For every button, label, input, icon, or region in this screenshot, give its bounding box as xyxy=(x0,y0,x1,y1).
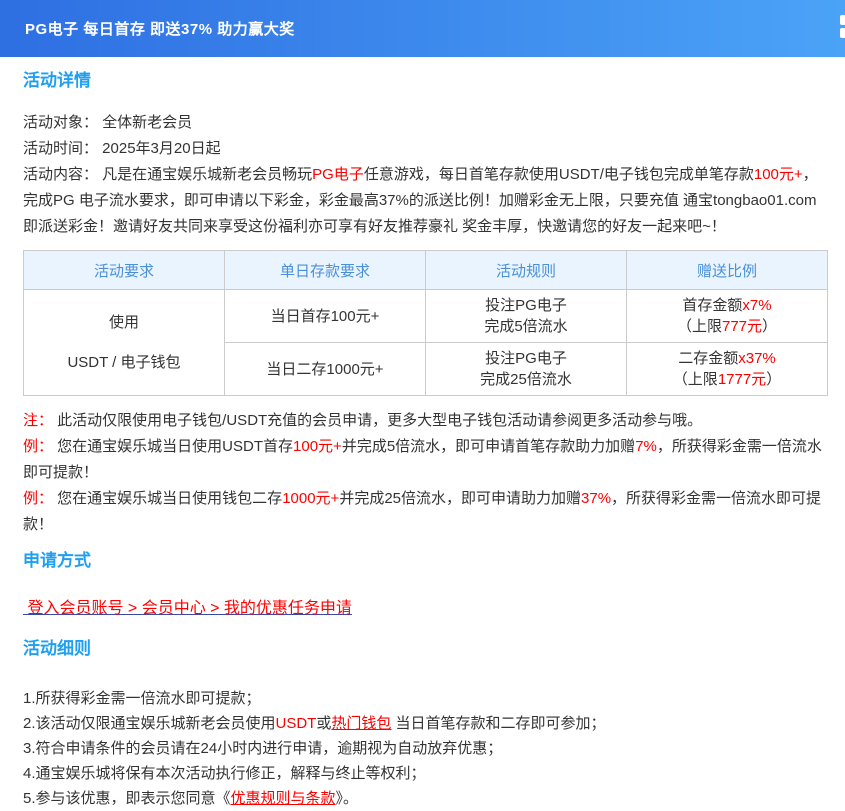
page-content: 活动详情 活动对象： 全体新老会员 活动时间： 2025年3月20日起 活动内容… xyxy=(0,70,845,811)
example-line: 例： 您在通宝娱乐城当日使用USDT首存100元+并完成5倍流水，即可申请首笔存… xyxy=(23,434,828,486)
rule-item: 5.参与该优惠，即表示您同意《优惠规则与条款》。 xyxy=(23,786,828,811)
text-segment: 100元+ xyxy=(293,438,342,455)
text-segment: 777元 xyxy=(722,318,762,335)
text-segment: 例： xyxy=(23,438,53,455)
payment-line: 使用 xyxy=(26,303,222,343)
section-title-rules: 活动细则 xyxy=(23,638,828,660)
text-segment: x7% xyxy=(742,297,771,314)
inline-link[interactable]: 优惠规则与条款 xyxy=(231,790,336,807)
bonus-line: 首存金额x7% xyxy=(629,295,825,316)
cell-deposit: 当日二存1000元+ xyxy=(225,343,426,396)
cell-deposit: 当日首存100元+ xyxy=(225,290,426,343)
text-segment: 100元+ xyxy=(754,166,803,183)
rule-line: 投注PG电子 xyxy=(428,348,624,369)
bonus-line: （上限1777元） xyxy=(629,369,825,390)
rule-item: 2.该活动仅限通宝娱乐城新老会员使用USDT或热门钱包 当日首笔存款和二存即可参… xyxy=(23,711,828,736)
col-header-rule: 活动规则 xyxy=(426,251,627,290)
text-segment: 二存金额 xyxy=(678,350,738,367)
notes-block: 注： 此活动仅限使用电子钱包/USDT充值的会员申请，更多大型电子钱包活动请参阅… xyxy=(23,408,828,538)
cell-rule: 投注PG电子 完成5倍流水 xyxy=(426,290,627,343)
bonus-line: 二存金额x37% xyxy=(629,348,825,369)
text-segment: PG电子 xyxy=(312,166,364,183)
example-line: 例： 您在通宝娱乐城当日使用钱包二存1000元+并完成25倍流水，即可申请助力加… xyxy=(23,486,828,538)
rule-line: 完成25倍流水 xyxy=(428,369,624,390)
bonus-line: （上限777元） xyxy=(629,316,825,337)
rule-item: 4.通宝娱乐城将保有本次活动执行修正，解释与终止等权利； xyxy=(23,761,828,786)
col-header-deposit: 单日存款要求 xyxy=(225,251,426,290)
rule-line: 投注PG电子 xyxy=(428,295,624,316)
col-header-bonus: 赠送比例 xyxy=(627,251,828,290)
text-segment: 当日首笔存款和二存即可参加； xyxy=(391,715,605,732)
banner-partial-icon xyxy=(840,15,845,41)
text-segment: 4.通宝娱乐城将保有本次活动执行修正，解释与终止等权利； xyxy=(23,765,426,782)
text-segment: 3.符合申请条件的会员请在24小时内进行申请，逾期视为自动放弃优惠； xyxy=(23,740,502,757)
text-segment: 5.参与该优惠，即表示您同意《 xyxy=(23,790,231,807)
text-segment: 》。 xyxy=(336,790,359,807)
text-segment: 1777元 xyxy=(718,371,766,388)
rules-list: 1.所获得彩金需一倍流水即可提款； 2.该活动仅限通宝娱乐城新老会员使用USDT… xyxy=(23,686,828,811)
apply-path-link[interactable]: 登入会员账号 > 会员中心 > 我的优惠任务申请 xyxy=(23,594,352,618)
cell-rule: 投注PG电子 完成25倍流水 xyxy=(426,343,627,396)
text-segment: ） xyxy=(766,371,781,388)
rule-item: 3.符合申请条件的会员请在24小时内进行申请，逾期视为自动放弃优惠； xyxy=(23,736,828,761)
text-segment: 首存金额 xyxy=(682,297,742,314)
cell-payment-method: 使用 USDT / 电子钱包 xyxy=(24,290,225,396)
text-segment: 任意游戏，每日首笔存款使用USDT/电子钱包完成单笔存款 xyxy=(364,166,754,183)
col-header-requirement: 活动要求 xyxy=(24,251,225,290)
promo-banner: PG电子 每日首存 即送37% 助力赢大奖 xyxy=(0,0,845,57)
text-segment: 活动内容： 凡是在通宝娱乐城新老会员畅玩 xyxy=(23,166,312,183)
cell-bonus: 二存金额x37% （上限1777元） xyxy=(627,343,828,396)
text-segment: 例： xyxy=(23,490,53,507)
text-segment: 1000元+ xyxy=(282,490,339,507)
table-header-row: 活动要求 单日存款要求 活动规则 赠送比例 xyxy=(24,251,828,290)
section-title-details: 活动详情 xyxy=(23,70,828,92)
text-segment: USDT xyxy=(276,715,317,732)
text-segment: 并完成5倍流水，即可申请首笔存款助力加赠 xyxy=(342,438,635,455)
text-segment: x37% xyxy=(738,350,776,367)
text-segment: 1.所获得彩金需一倍流水即可提款； xyxy=(23,690,261,707)
rule-item: 1.所获得彩金需一倍流水即可提款； xyxy=(23,686,828,711)
activity-time: 活动时间： 2025年3月20日起 xyxy=(23,136,828,162)
text-segment: 或 xyxy=(316,715,331,732)
text-segment: （上限 xyxy=(673,371,718,388)
text-segment: 此活动仅限使用电子钱包/USDT充值的会员申请，更多大型电子钱包活动请参阅更多活… xyxy=(53,412,702,429)
text-segment: 2.该活动仅限通宝娱乐城新老会员使用 xyxy=(23,715,276,732)
text-segment: 您在通宝娱乐城当日使用钱包二存 xyxy=(53,490,282,507)
text-segment: ） xyxy=(762,318,777,335)
banner-title: PG电子 每日首存 即送37% 助力赢大奖 xyxy=(25,18,295,39)
table-row: 使用 USDT / 电子钱包 当日首存100元+ 投注PG电子 完成5倍流水 首… xyxy=(24,290,828,343)
activity-audience: 活动对象： 全体新老会员 xyxy=(23,110,828,136)
section-title-apply: 申请方式 xyxy=(23,550,828,572)
text-segment: 注： xyxy=(23,412,53,429)
text-segment: 并完成25倍流水，即可申请助力加赠 xyxy=(339,490,581,507)
activity-content: 活动内容： 凡是在通宝娱乐城新老会员畅玩PG电子任意游戏，每日首笔存款使用USD… xyxy=(23,162,828,240)
cell-bonus: 首存金额x7% （上限777元） xyxy=(627,290,828,343)
promo-table: 活动要求 单日存款要求 活动规则 赠送比例 使用 USDT / 电子钱包 当日首… xyxy=(23,250,828,396)
inline-link[interactable]: 热门钱包 xyxy=(331,715,391,732)
activity-details: 活动对象： 全体新老会员 活动时间： 2025年3月20日起 活动内容： 凡是在… xyxy=(23,110,828,240)
text-segment: （上限 xyxy=(677,318,722,335)
rule-line: 完成5倍流水 xyxy=(428,316,624,337)
note-line: 注： 此活动仅限使用电子钱包/USDT充值的会员申请，更多大型电子钱包活动请参阅… xyxy=(23,408,828,434)
text-segment: 7% xyxy=(635,438,657,455)
text-segment: 您在通宝娱乐城当日使用USDT首存 xyxy=(53,438,293,455)
text-segment: 37% xyxy=(581,490,611,507)
payment-line: USDT / 电子钱包 xyxy=(26,343,222,383)
